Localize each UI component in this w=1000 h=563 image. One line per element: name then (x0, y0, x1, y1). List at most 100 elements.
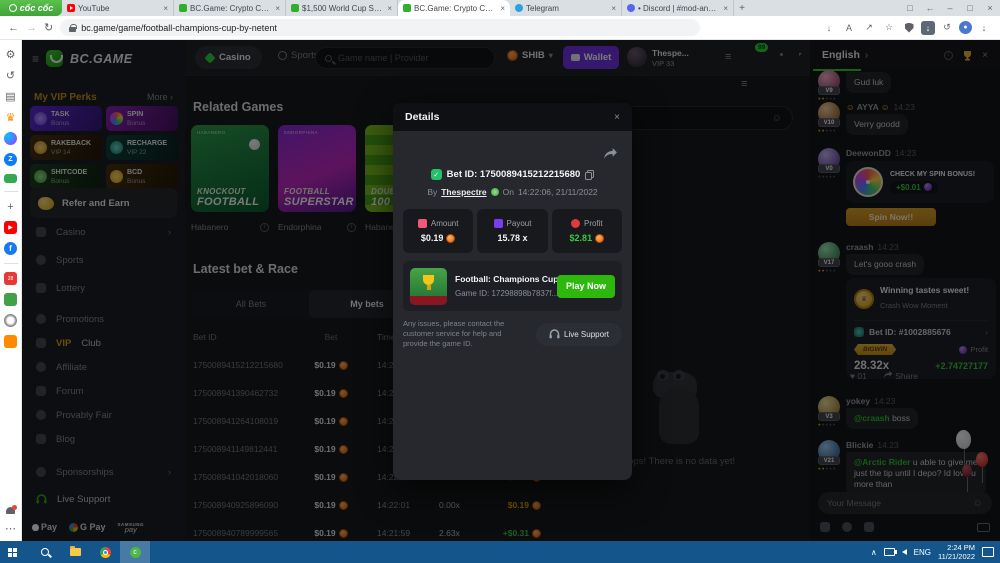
tab-bcgame-active[interactable]: BC.Game: Crypto Casino Gan× (398, 0, 510, 16)
volume-icon[interactable] (893, 549, 907, 555)
bet-stats: Amount $0.19 Payout 15.78 x Profit $2.81 (403, 209, 622, 253)
telegram-icon (515, 4, 523, 12)
zalo-icon[interactable]: Z (4, 153, 17, 166)
bookmark-star-icon[interactable]: ☆ (881, 20, 897, 36)
history-icon[interactable]: ↺ (4, 69, 17, 82)
verified-shield-icon: ✓ (430, 169, 442, 180)
modal-close-icon[interactable]: × (614, 112, 620, 123)
browser-addressbar: ← → ↻ bc.game/game/football-champions-cu… (0, 16, 1000, 40)
tab-search-icon[interactable]: □ (900, 3, 920, 13)
back-button[interactable]: ← (8, 22, 19, 34)
bet-datetime: 14:22:06, 21/11/2022 (517, 187, 598, 197)
window-close-button[interactable]: × (980, 3, 1000, 13)
bet-details-modal: Details × ✓ Bet ID: 1750089415212215680 … (393, 103, 632, 480)
bcgame-app: ≡ BC.GAME My VIP Perks More › TASKBonus … (22, 40, 1000, 541)
lock-icon (69, 23, 78, 32)
file-explorer-button[interactable] (60, 541, 90, 563)
soccer-icon[interactable] (4, 314, 17, 327)
more-icon[interactable]: ⋯ (4, 522, 17, 535)
headphones-icon (549, 329, 560, 339)
tab-youtube[interactable]: YouTube × (62, 0, 174, 16)
coccoc-icon (8, 4, 17, 12)
downloads-tray-icon[interactable]: ↓ (976, 20, 992, 36)
game-id-text: Game ID: 17298898b7837f... (455, 288, 559, 298)
window-maximize-button[interactable]: □ (960, 3, 980, 13)
live-support-button[interactable]: Live Support (536, 322, 622, 346)
tab-close-icon[interactable]: × (609, 4, 616, 13)
url-text: bc.game/game/football-champions-cup-by-n… (81, 22, 277, 33)
action-center-icon[interactable] (982, 547, 994, 557)
tray-expand-icon[interactable]: ∧ (871, 548, 877, 557)
divider (3, 191, 18, 192)
profile-avatar-icon[interactable]: ● (959, 21, 972, 34)
window-minimize-button[interactable]: – (940, 3, 960, 13)
tab-bcgame-1[interactable]: BC.Game: Crypto Casino Gan× (174, 0, 286, 16)
share-bet-button[interactable] (603, 147, 618, 165)
payout-icon (493, 219, 503, 228)
games-icon[interactable] (4, 174, 17, 183)
copy-icon[interactable] (585, 169, 595, 180)
reading-list-icon[interactable]: ▤ (4, 90, 17, 103)
taskbar-search-button[interactable] (30, 541, 60, 563)
game-thumbnail[interactable] (410, 267, 447, 305)
reopen-tab-icon[interactable]: ← (920, 3, 940, 13)
forward-button[interactable]: → (26, 22, 37, 34)
notes-icon[interactable] (4, 293, 17, 306)
support-note: Any issues, please contact the customer … (403, 319, 505, 348)
share-icon (604, 148, 617, 159)
adblock-shield-icon[interactable] (901, 20, 917, 36)
translate-icon[interactable]: A (841, 20, 857, 36)
stat-amount: Amount $0.19 (403, 209, 474, 253)
game-info-card: Football: Champions Cup Game ID: 1729889… (403, 261, 622, 311)
facebook-icon[interactable]: f (4, 242, 17, 255)
bet-author-link[interactable]: Thespectre (441, 187, 486, 197)
chrome-icon (99, 546, 111, 558)
youtube-icon (67, 4, 75, 12)
game-banner (410, 295, 447, 305)
tab-close-icon[interactable]: × (385, 4, 392, 13)
chrome-button[interactable] (90, 541, 120, 563)
cart-icon[interactable] (4, 335, 17, 348)
amount-icon (417, 219, 427, 228)
user-badge-icon (490, 188, 499, 196)
divider (3, 263, 18, 264)
coccoc-logo[interactable]: cốc cốc (0, 0, 62, 16)
tab-telegram[interactable]: Telegram × (510, 0, 622, 16)
youtube-shortcut-icon[interactable]: ▶ (4, 221, 17, 234)
play-now-button[interactable]: Play Now (557, 274, 615, 298)
new-tab-button[interactable]: + (734, 0, 750, 16)
sync-icon[interactable]: ↺ (939, 20, 955, 36)
share-icon[interactable]: ↗ (861, 20, 877, 36)
folder-icon (69, 546, 81, 556)
stat-profit: Profit $2.81 (551, 209, 622, 253)
stat-payout: Payout 15.78 x (477, 209, 548, 253)
notifications-bell-icon[interactable] (6, 505, 17, 514)
tab-discord[interactable]: • Discord | #mod-announc× (622, 0, 734, 16)
tab-close-icon[interactable]: × (721, 4, 728, 13)
add-shortcut-icon[interactable]: + (4, 200, 17, 213)
windows-logo-icon (8, 547, 12, 552)
bet-id-text: Bet ID: 1750089415212215680 (446, 169, 581, 180)
start-button[interactable] (0, 541, 30, 563)
url-bar[interactable]: bc.game/game/football-champions-cup-by-n… (60, 19, 701, 36)
discord-icon (627, 4, 635, 12)
bcgame-favicon (291, 4, 299, 12)
modal-header: Details × (393, 103, 632, 131)
coin-icon (446, 233, 456, 243)
crown-icon[interactable]: ♛ (4, 111, 17, 124)
messenger-icon[interactable] (4, 132, 17, 145)
tab-close-icon[interactable]: × (273, 4, 280, 13)
modal-title: Details (405, 111, 440, 123)
settings-icon[interactable]: ⚙ (4, 48, 17, 61)
tab-close-icon[interactable]: × (498, 4, 505, 13)
tab-worldcup-slot[interactable]: $1,500 World Cup Slot Chall× (286, 0, 398, 16)
tab-close-icon[interactable]: × (161, 4, 168, 13)
bet-id-row: ✓ Bet ID: 1750089415212215680 (393, 169, 632, 180)
download-active-icon[interactable]: ↓ (921, 20, 935, 35)
taskbar-clock[interactable]: 2:24 PM 11/21/2022 (938, 543, 975, 561)
coccoc-button[interactable]: c (120, 541, 150, 563)
calendar-icon[interactable]: 28 (4, 272, 17, 285)
reload-button[interactable]: ↻ (44, 21, 53, 34)
language-indicator[interactable]: ENG (914, 548, 931, 557)
save-page-icon[interactable]: ↓ (821, 20, 837, 36)
